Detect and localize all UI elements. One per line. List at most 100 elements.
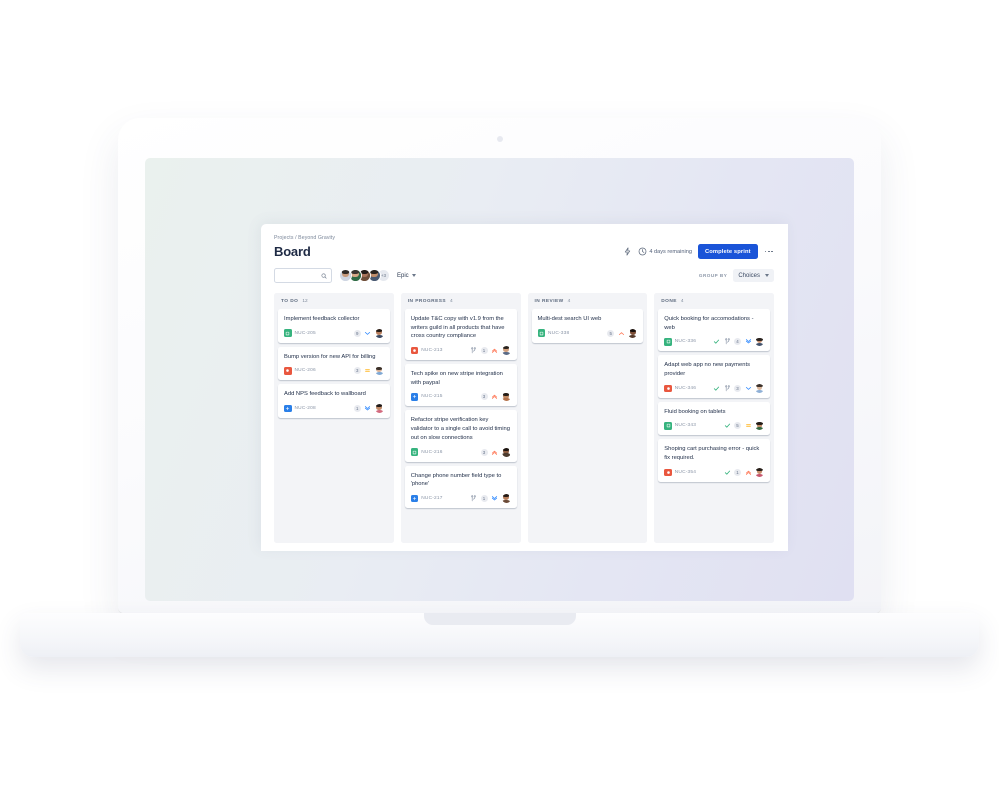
laptop-base-notch [423,613,576,625]
card-title: Quick booking for accomodations - web [664,316,754,331]
header-actions: 4 days remaining Complete sprint [623,244,774,259]
avatar[interactable] [628,328,637,338]
issue-key[interactable]: NUC-205 [295,331,316,336]
avatar[interactable] [502,447,511,457]
board-card[interactable]: Bump version for new API for billing NUC-… [278,346,390,381]
task-icon [410,494,419,503]
estimate-badge: 3 [480,448,488,456]
avatar[interactable] [502,392,511,402]
branch-icon[interactable] [724,338,731,345]
double-chevron-down-icon [745,338,752,345]
avatar[interactable] [375,404,384,414]
board-card[interactable]: Add NPS feedback to wallboard NUC-208 1 [278,384,390,419]
estimate-badge: 1 [480,347,488,355]
board-card[interactable]: Implement feedback collector NUC-205 9 [278,309,390,343]
group-by-select[interactable]: Choices [733,269,774,282]
assignee-avatar-group[interactable]: +3 [339,269,390,282]
card-indicators: 3 [480,447,511,457]
card-meta: NUC-338 [537,329,570,337]
card-indicators: 1 [724,467,765,477]
page-title: Board [274,244,311,259]
issue-key[interactable]: NUC-216 [421,450,442,455]
chevron-down-icon [364,330,371,337]
issue-key[interactable]: NUC-215 [421,394,442,399]
title-row: Board 4 days remaining Complete sprint [274,244,774,259]
bug-icon [410,346,419,355]
lightning-icon[interactable] [623,247,632,256]
avatar[interactable] [375,366,384,376]
estimate-badge: 4 [734,338,741,346]
board-card[interactable]: Refactor stripe verification key validat… [404,410,517,462]
estimate-badge: 3 [353,367,361,375]
board-card[interactable]: Adapt web app no new payments provider NU… [658,355,770,398]
branch-icon[interactable] [470,495,477,502]
card-title: Fluid booking on tablets [664,408,726,415]
issue-key[interactable]: NUC-206 [295,368,316,373]
issue-key[interactable]: NUC-343 [675,423,696,428]
story-icon [537,329,545,337]
card-indicators: 3 [480,392,511,402]
search-box[interactable] [274,268,332,288]
sprint-time-group: 4 days remaining [638,247,692,256]
avatar[interactable] [755,383,764,393]
story-icon [664,422,672,430]
board-card[interactable]: Update T&C copy with v1.9 from the write… [404,309,517,361]
issue-key[interactable]: NUC-354 [675,470,696,475]
avatar[interactable] [502,494,511,503]
laptop-base [20,613,979,657]
estimate-badge: 1 [353,405,361,413]
board-card[interactable]: Multi-dest search UI web NUC-338 5 [531,309,644,343]
board-card[interactable]: Tech spike on new stripe integration wit… [404,364,517,407]
complete-sprint-button[interactable]: Complete sprint [697,244,758,259]
story-icon [664,338,672,346]
board-card[interactable]: Change phone number field type to 'phone… [404,465,517,508]
story-icon [410,448,419,456]
issue-key[interactable]: NUC-208 [295,406,316,411]
card-meta: NUC-215 [410,393,443,401]
epic-filter-dropdown[interactable]: Epic [397,273,416,279]
issue-key[interactable]: NUC-336 [675,339,696,344]
board-card[interactable]: Fluid booking on tablets NUC-343 5 [658,401,770,436]
card-title: Multi-dest search UI web [537,316,602,322]
branch-icon[interactable] [470,347,477,354]
issue-key[interactable]: NUC-338 [548,331,569,336]
avatar[interactable] [755,467,764,477]
card-title: Implement feedback collector [284,316,360,322]
issue-key[interactable]: NUC-213 [421,348,442,353]
search-icon[interactable] [321,273,327,279]
bug-icon [664,384,672,392]
screenshot-stage: Projects / Beyond Gravity Board 4 days r… [0,0,999,795]
webcam-icon [496,136,503,142]
issue-key[interactable]: NUC-346 [675,386,696,391]
card-indicators: 5 [607,328,637,338]
avatar[interactable] [502,346,511,356]
board-card[interactable]: Shoping cart purchasing error - quick fi… [658,439,770,482]
laptop-lid: Projects / Beyond Gravity Board 4 days r… [118,118,881,613]
issue-key[interactable]: NUC-217 [421,496,442,501]
card-footer: NUC-216 3 [410,447,511,457]
task-icon [284,404,292,413]
avatar-face [340,270,351,281]
equals-icon [745,422,752,429]
card-indicators: 3 [713,383,764,393]
group-by-value: Choices [738,272,760,279]
avatar[interactable] [339,269,352,282]
avatar[interactable] [755,421,764,431]
column-count: 4 [450,299,453,304]
card-indicators: 1 [470,494,511,503]
more-horizontal-icon[interactable] [764,248,774,256]
column-header: IN REVIEW 4 [532,298,644,309]
card-meta: NUC-213 [410,346,443,355]
clock-icon [638,247,647,256]
card-footer: NUC-336 4 [664,337,764,347]
card-meta: NUC-208 [284,404,316,413]
board-card[interactable]: Quick booking for accomodations - web NUC… [658,309,770,352]
estimate-badge: 5 [734,422,741,430]
branch-icon[interactable] [724,385,731,392]
double-chevron-up-icon [491,449,498,456]
done-check-icon [713,338,720,345]
board-column-in-review: IN REVIEW 4 Multi-dest search UI web NUC-33… [527,293,648,543]
avatar[interactable] [755,337,764,347]
breadcrumb[interactable]: Projects / Beyond Gravity [274,235,774,241]
avatar[interactable] [375,328,384,338]
